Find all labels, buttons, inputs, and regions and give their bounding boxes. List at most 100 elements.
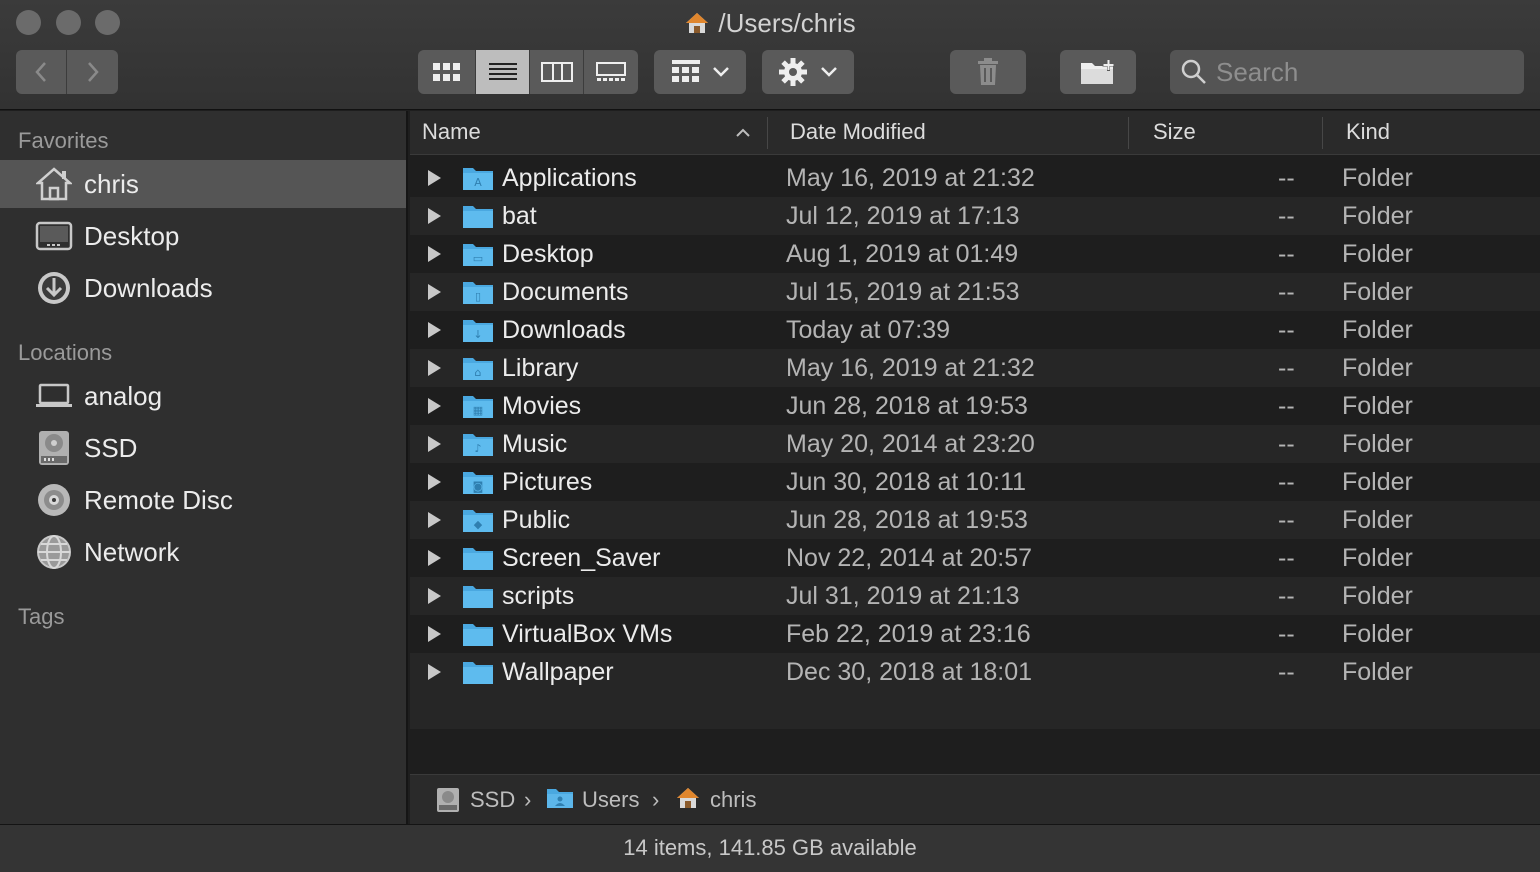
svg-text:▯: ▯ — [475, 290, 481, 303]
folder-icon: ↓ — [463, 320, 493, 342]
column-header-size[interactable]: Size — [1153, 119, 1196, 145]
file-row[interactable]: scripts Jul 31, 2019 at 21:13 -- Folder — [410, 577, 1540, 615]
disclosure-triangle-icon[interactable] — [427, 474, 441, 490]
sidebar-item-label: Desktop — [84, 220, 180, 251]
file-row[interactable]: ⌂ Library May 16, 2019 at 21:32 -- Folder — [410, 349, 1540, 387]
column-divider[interactable] — [1128, 117, 1129, 149]
file-date-modified: May 16, 2019 at 21:32 — [786, 164, 1035, 192]
file-kind: Folder — [1342, 278, 1413, 306]
gallery-view-button[interactable] — [584, 50, 638, 94]
file-kind: Folder — [1342, 240, 1413, 268]
file-row[interactable]: ♪ Music May 20, 2014 at 23:20 -- Folder — [410, 425, 1540, 463]
sidebar-item-network[interactable]: Network — [0, 528, 406, 576]
back-button[interactable] — [16, 50, 67, 94]
file-name: bat — [502, 202, 537, 230]
disclosure-triangle-icon[interactable] — [427, 664, 441, 680]
file-row[interactable]: ◆ Public Jun 28, 2018 at 19:53 -- Folder — [410, 501, 1540, 539]
move-to-trash-button[interactable] — [950, 50, 1026, 94]
disclosure-triangle-icon[interactable] — [427, 170, 441, 186]
path-crumb-users[interactable]: Users — [582, 787, 639, 813]
path-bar: SSD › Users › chris — [410, 774, 1540, 824]
file-date-modified: Jul 31, 2019 at 21:13 — [786, 582, 1020, 610]
file-row[interactable]: Screen_Saver Nov 22, 2014 at 20:57 -- Folde… — [410, 539, 1540, 577]
file-date-modified: Dec 30, 2018 at 18:01 — [786, 658, 1033, 686]
disclosure-triangle-icon[interactable] — [427, 208, 441, 224]
search-input[interactable] — [1216, 56, 1506, 88]
sidebar: Favorites chris Desktop Downloads Locati… — [0, 111, 408, 824]
forward-button[interactable] — [67, 50, 118, 94]
sidebar-item-downloads[interactable]: Downloads — [0, 264, 406, 312]
file-row[interactable]: bat Jul 12, 2019 at 17:13 -- Folder — [410, 197, 1540, 235]
sidebar-item-label: Network — [84, 536, 180, 567]
file-kind: Folder — [1342, 582, 1413, 610]
folder-icon — [463, 662, 493, 684]
folder-icon: ♪ — [463, 434, 493, 456]
chevron-down-icon — [821, 67, 837, 77]
column-divider[interactable] — [767, 117, 768, 149]
folder-icon: ⌂ — [463, 358, 493, 380]
file-date-modified: Nov 22, 2014 at 20:57 — [786, 544, 1033, 572]
column-header-date-modified[interactable]: Date Modified — [790, 119, 926, 145]
sidebar-item-chris[interactable]: chris — [0, 160, 406, 208]
column-header-kind[interactable]: Kind — [1346, 119, 1390, 145]
file-size: -- — [1278, 582, 1295, 610]
window-title: /Users/chris — [0, 8, 1540, 40]
tags-heading: Tags — [18, 604, 65, 629]
disclosure-triangle-icon[interactable] — [427, 398, 441, 414]
file-size: -- — [1278, 430, 1295, 458]
sidebar-item-ssd[interactable]: SSD — [0, 424, 406, 472]
file-row[interactable]: ▯ Documents Jul 15, 2019 at 21:53 -- Folder — [410, 273, 1540, 311]
sidebar-item-desktop[interactable]: Desktop — [0, 212, 406, 260]
disclosure-triangle-icon[interactable] — [427, 284, 441, 300]
path-crumb-ssd[interactable]: SSD — [470, 787, 515, 813]
column-divider[interactable] — [1322, 117, 1323, 149]
column-view-button[interactable] — [530, 50, 584, 94]
list-view-button[interactable] — [476, 50, 530, 94]
file-row[interactable]: ▭ Desktop Aug 1, 2019 at 01:49 -- Folder — [410, 235, 1540, 273]
file-row[interactable]: ↓ Downloads Today at 07:39 -- Folder — [410, 311, 1540, 349]
svg-text:♪: ♪ — [474, 442, 481, 455]
desktop-icon — [34, 216, 74, 256]
file-size: -- — [1278, 164, 1295, 192]
disclosure-triangle-icon[interactable] — [427, 512, 441, 528]
search-field[interactable] — [1170, 50, 1524, 94]
home-icon — [34, 164, 74, 204]
favorites-heading: Favorites — [18, 128, 109, 153]
chevron-right-icon — [87, 62, 99, 82]
disclosure-triangle-icon[interactable] — [427, 626, 441, 642]
file-row[interactable]: ▦ Movies Jun 28, 2018 at 19:53 -- Folder — [410, 387, 1540, 425]
disclosure-triangle-icon[interactable] — [427, 246, 441, 262]
columns-icon — [540, 62, 573, 82]
disclosure-triangle-icon[interactable] — [427, 550, 441, 566]
file-name: Documents — [502, 278, 629, 306]
disclosure-triangle-icon[interactable] — [427, 436, 441, 452]
file-row[interactable]: VirtualBox VMs Feb 22, 2019 at 23:16 -- Fol… — [410, 615, 1540, 653]
path-crumb-chris[interactable]: chris — [710, 787, 756, 813]
empty-row — [410, 691, 1540, 729]
file-row[interactable]: A Applications May 16, 2019 at 21:32 -- Fold… — [410, 159, 1540, 197]
new-folder-button[interactable] — [1060, 50, 1136, 94]
gear-icon — [779, 58, 807, 86]
file-kind: Folder — [1342, 430, 1413, 458]
file-name: Public — [502, 506, 571, 534]
folder-icon: A — [463, 168, 493, 190]
icon-view-button[interactable] — [418, 50, 476, 94]
column-header-name[interactable]: Name — [422, 119, 481, 145]
disclosure-triangle-icon[interactable] — [427, 588, 441, 604]
sort-ascending-icon[interactable] — [735, 128, 751, 138]
file-size: -- — [1278, 316, 1295, 344]
file-row[interactable]: Wallpaper Dec 30, 2018 at 18:01 -- Folder — [410, 653, 1540, 691]
sidebar-item-analog[interactable]: analog — [0, 372, 406, 420]
folder-icon — [463, 586, 493, 608]
sidebar-item-remote-disc[interactable]: Remote Disc — [0, 476, 406, 524]
file-row[interactable]: ◙ Pictures Jun 30, 2018 at 10:11 -- Folder — [410, 463, 1540, 501]
action-menu-button[interactable] — [762, 50, 854, 94]
disclosure-triangle-icon[interactable] — [427, 322, 441, 338]
disclosure-triangle-icon[interactable] — [427, 360, 441, 376]
group-by-button[interactable] — [654, 50, 746, 94]
file-size: -- — [1278, 392, 1295, 420]
svg-text:◆: ◆ — [474, 518, 483, 531]
file-date-modified: Jul 12, 2019 at 17:13 — [786, 202, 1020, 230]
locations-heading: Locations — [18, 340, 113, 365]
file-date-modified: Jun 28, 2018 at 19:53 — [786, 506, 1028, 534]
